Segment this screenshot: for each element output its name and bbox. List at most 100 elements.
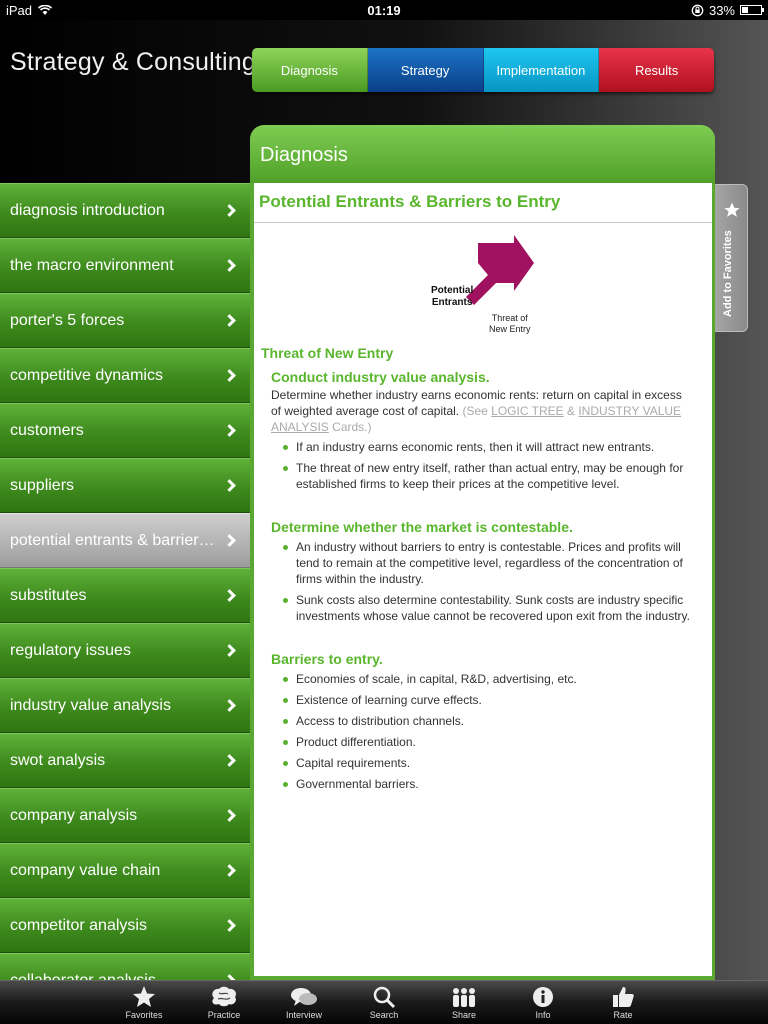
tab-results[interactable]: Results <box>599 48 714 92</box>
sidebar-item-label: regulatory issues <box>10 641 131 659</box>
sidebar-item-competitive-dynamics[interactable]: competitive dynamics <box>0 348 250 403</box>
list-item: The threat of new entry itself, rather t… <box>283 460 702 492</box>
device-name: iPad <box>6 2 33 18</box>
star-icon <box>133 985 155 1007</box>
toolbar-rate[interactable]: Rate <box>593 984 653 1020</box>
chevron-right-icon <box>223 424 236 437</box>
sidebar-item-label: competitive dynamics <box>10 366 163 384</box>
tab-strategy[interactable]: Strategy <box>367 48 484 92</box>
sidebar-item-industry-value-analysis[interactable]: industry value analysis <box>0 678 250 733</box>
bullet-list: An industry without barriers to entry is… <box>254 535 712 624</box>
section-tabs: Diagnosis Strategy Implementation Result… <box>252 48 714 92</box>
sidebar-item-competitor-analysis[interactable]: competitor analysis <box>0 898 250 953</box>
chevron-right-icon <box>223 754 236 767</box>
list-item: Existence of learning curve effects. <box>283 692 702 708</box>
battery-icon <box>740 5 764 15</box>
sidebar-item-diagnosis-introduction[interactable]: diagnosis introduction <box>0 183 250 238</box>
sidebar-item-suppliers[interactable]: suppliers <box>0 458 250 513</box>
sidebar-item-label: potential entrants & barrier… <box>10 531 215 549</box>
list-item: An industry without barriers to entry is… <box>283 539 702 587</box>
chevron-right-icon <box>223 589 236 602</box>
chevron-right-icon <box>223 534 236 547</box>
threat-arrow-icon <box>466 235 534 305</box>
toolbar-interview[interactable]: Interview <box>274 984 334 1020</box>
bullet-list: Economies of scale, in capital, R&D, adv… <box>254 667 712 792</box>
chevron-right-icon <box>223 809 236 822</box>
sidebar-item-substitutes[interactable]: substitutes <box>0 568 250 623</box>
rotation-lock-icon <box>691 4 704 16</box>
chevron-right-icon <box>223 479 236 492</box>
chevron-right-icon <box>223 919 236 932</box>
sidebar-item-label: diagnosis introduction <box>10 201 165 219</box>
sidebar-item-label: company value chain <box>10 861 161 879</box>
toolbar-info[interactable]: Info <box>513 984 573 1020</box>
sidebar: diagnosis introduction the macro environ… <box>0 183 250 980</box>
chevron-right-icon <box>223 864 236 877</box>
brain-icon <box>212 986 237 1006</box>
people-icon <box>453 987 475 1007</box>
entrants-figure: Potential Entrants Threat of New Entry <box>254 223 712 343</box>
sidebar-item-label: industry value analysis <box>10 696 171 714</box>
subsection-heading: Barriers to entry. <box>271 651 383 667</box>
chevron-right-icon <box>223 369 236 382</box>
chevron-right-icon <box>223 204 236 217</box>
add-to-favorites-label: Add to Favorites <box>722 230 734 317</box>
add-to-favorites-tab[interactable]: Add to Favorites <box>715 184 748 332</box>
paragraph: Determine whether industry earns economi… <box>271 388 682 434</box>
list-item: Access to distribution channels. <box>283 713 702 729</box>
toolbar-practice[interactable]: Practice <box>194 984 254 1020</box>
app-title: Strategy & Consulting <box>10 48 256 76</box>
sidebar-item-label: the macro environment <box>10 256 174 274</box>
thumbs-up-icon <box>613 986 634 1007</box>
sidebar-item-label: porter's 5 forces <box>10 311 125 329</box>
section-heading: Threat of New Entry <box>261 345 394 361</box>
toolbar-share[interactable]: Share <box>434 984 494 1020</box>
sidebar-item-porters-5-forces[interactable]: porter's 5 forces <box>0 293 250 348</box>
list-item: Economies of scale, in capital, R&D, adv… <box>283 671 702 687</box>
panel-heading: Diagnosis <box>250 125 715 185</box>
figure-label-threat: Threat of New Entry <box>489 313 531 334</box>
sidebar-item-macro-environment[interactable]: the macro environment <box>0 238 250 293</box>
sidebar-item-swot-analysis[interactable]: swot analysis <box>0 733 250 788</box>
battery-percent: 33% <box>708 2 735 18</box>
list-item: Governmental barriers. <box>283 776 702 792</box>
sidebar-item-company-analysis[interactable]: company analysis <box>0 788 250 843</box>
speech-bubbles-icon <box>291 987 317 1006</box>
status-bar: iPad 01:19 33% <box>0 0 768 20</box>
sidebar-item-company-value-chain[interactable]: company value chain <box>0 843 250 898</box>
sidebar-item-label: competitor analysis <box>10 916 147 934</box>
bullet-list: If an industry earns economic rents, the… <box>254 435 712 492</box>
list-item: If an industry earns economic rents, the… <box>283 439 702 455</box>
sidebar-item-customers[interactable]: customers <box>0 403 250 458</box>
search-icon <box>373 986 396 1008</box>
toolbar-favorites[interactable]: Favorites <box>114 984 174 1020</box>
sidebar-item-potential-entrants[interactable]: potential entrants & barrier… <box>0 513 250 568</box>
sidebar-item-label: suppliers <box>10 476 75 494</box>
subsection-heading: Determine whether the market is contesta… <box>271 519 573 535</box>
chevron-right-icon <box>223 644 236 657</box>
tab-diagnosis[interactable]: Diagnosis <box>252 48 368 92</box>
content-area[interactable]: Potential Entrants & Barriers to Entry P… <box>254 183 712 976</box>
sidebar-item-label: collaborator analysis <box>10 971 156 981</box>
toolbar-search[interactable]: Search <box>354 984 414 1020</box>
sidebar-item-label: swot analysis <box>10 751 106 769</box>
chevron-right-icon <box>223 699 236 712</box>
list-item: Sunk costs also determine contestability… <box>283 592 702 624</box>
content-title: Potential Entrants & Barriers to Entry <box>254 183 712 223</box>
status-time: 01:19 <box>367 2 401 18</box>
subsection-heading: Conduct industry value analysis. <box>271 369 490 385</box>
sidebar-item-label: customers <box>10 421 84 439</box>
sidebar-item-label: substitutes <box>10 586 87 604</box>
sidebar-item-regulatory-issues[interactable]: regulatory issues <box>0 623 250 678</box>
chevron-right-icon <box>223 314 236 327</box>
figure-label-entrants: Potential Entrants <box>431 285 474 308</box>
list-item: Capital requirements. <box>283 755 702 771</box>
logic-tree-link[interactable]: LOGIC TREE <box>491 404 563 418</box>
sidebar-item-label: company analysis <box>10 806 138 824</box>
tab-implementation[interactable]: Implementation <box>483 48 600 92</box>
list-item: Product differentiation. <box>283 734 702 750</box>
star-icon <box>724 202 740 217</box>
sidebar-item-collaborator-analysis[interactable]: collaborator analysis <box>0 953 250 980</box>
bottom-toolbar: Favorites Practice Interview Search Shar… <box>0 980 768 1024</box>
wifi-icon <box>38 4 53 15</box>
